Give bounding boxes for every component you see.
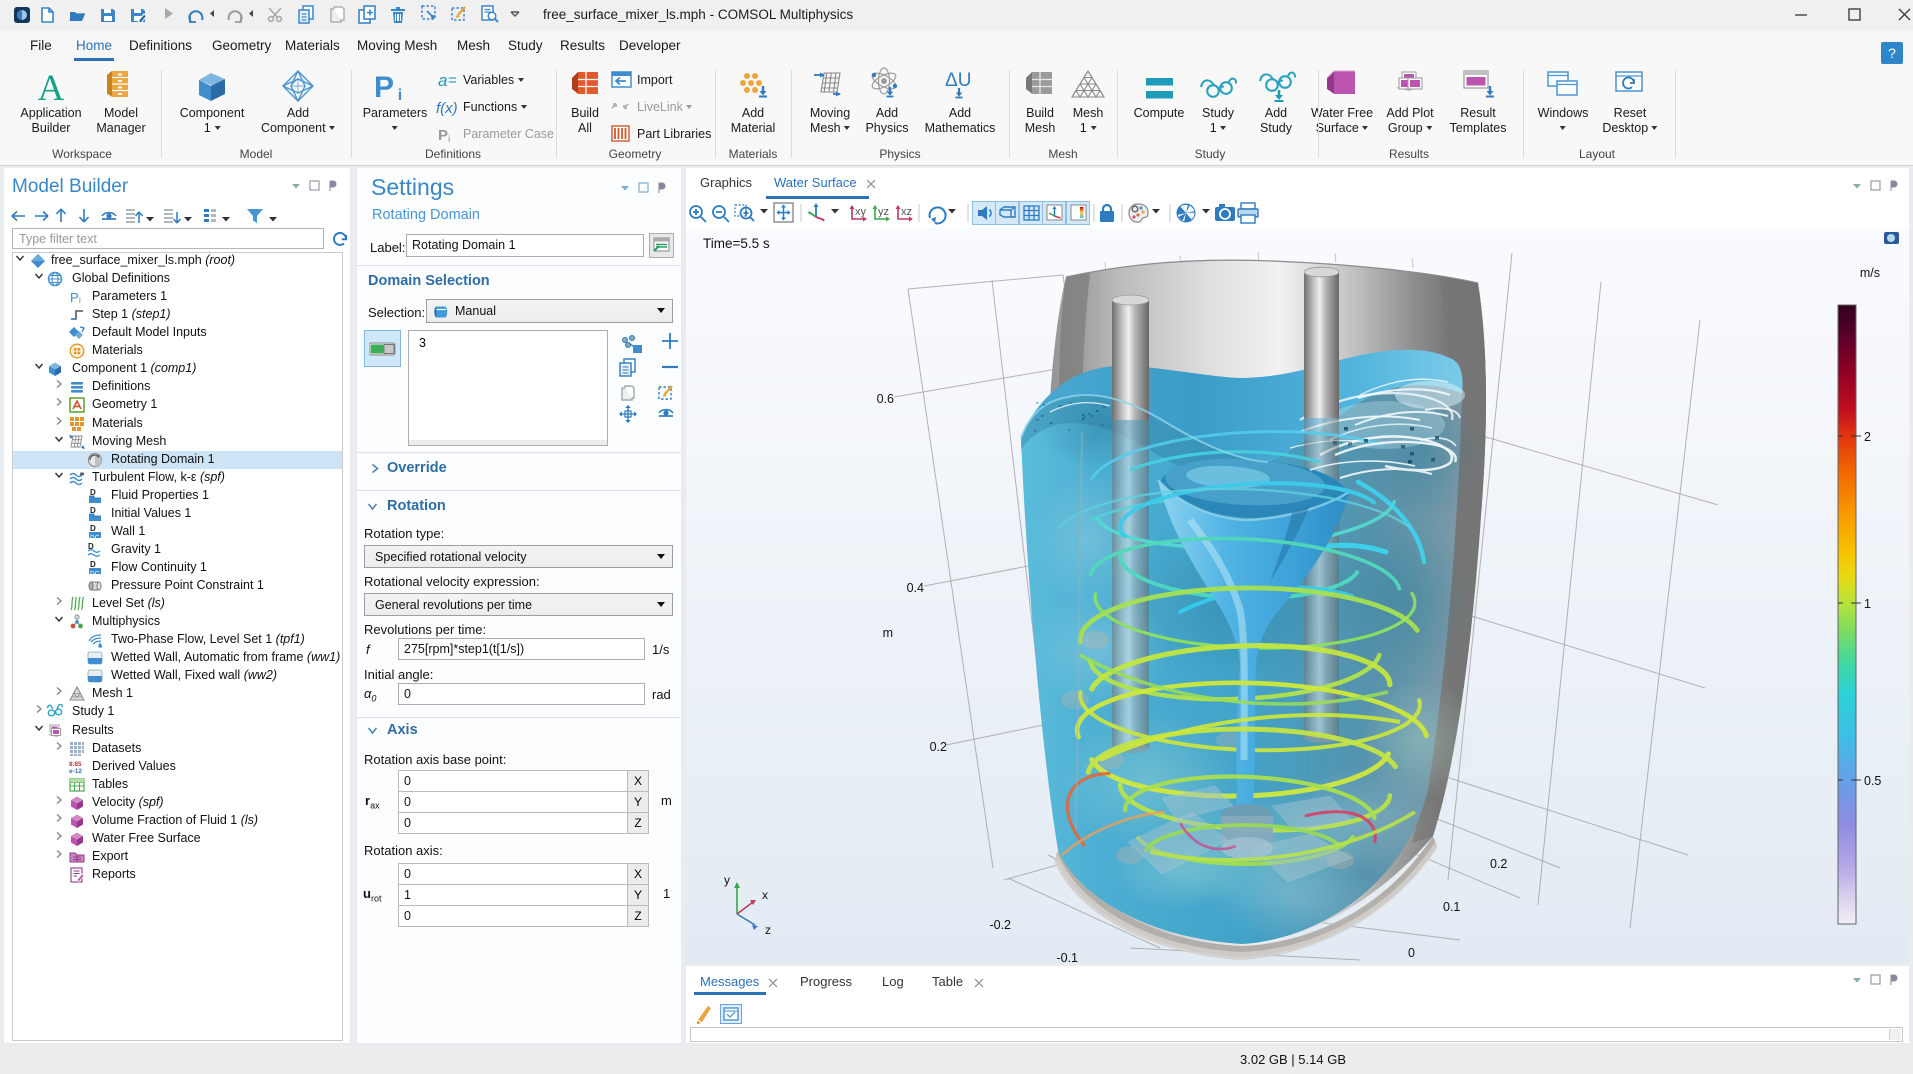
svg-text:P: P: [374, 71, 394, 104]
svg-text:0.6: 0.6: [877, 392, 894, 406]
svg-text:0.2: 0.2: [930, 740, 947, 754]
svg-text:m/s: m/s: [1860, 266, 1880, 280]
svg-text:xy: xy: [855, 206, 867, 218]
svg-text:yz: yz: [878, 206, 889, 218]
svg-text:-0.1: -0.1: [1056, 951, 1078, 963]
svg-text:i: i: [448, 134, 450, 145]
svg-text:x: x: [762, 888, 768, 902]
svg-text:=: =: [448, 72, 457, 89]
svg-text:0.5: 0.5: [1864, 774, 1881, 788]
svg-text:a: a: [438, 71, 447, 90]
svg-text:A: A: [38, 68, 65, 109]
svg-text:0.1: 0.1: [1443, 900, 1460, 914]
svg-text:1: 1: [1864, 597, 1871, 611]
svg-text:y: y: [724, 873, 730, 887]
svg-text:i: i: [398, 87, 402, 104]
svg-text:-0.2: -0.2: [989, 918, 1011, 932]
svg-text:2: 2: [1864, 430, 1871, 444]
svg-text:z: z: [765, 923, 771, 937]
svg-text:m: m: [883, 626, 893, 640]
svg-text:0.4: 0.4: [907, 581, 924, 595]
svg-text:xz: xz: [901, 206, 912, 218]
svg-text:0.2: 0.2: [1490, 857, 1507, 871]
svg-text:Time=5.5 s: Time=5.5 s: [703, 236, 770, 251]
svg-text:P: P: [438, 127, 448, 144]
svg-text:f(x): f(x): [436, 100, 458, 117]
svg-text:ΔU: ΔU: [945, 70, 971, 91]
svg-text:0: 0: [1408, 946, 1415, 960]
